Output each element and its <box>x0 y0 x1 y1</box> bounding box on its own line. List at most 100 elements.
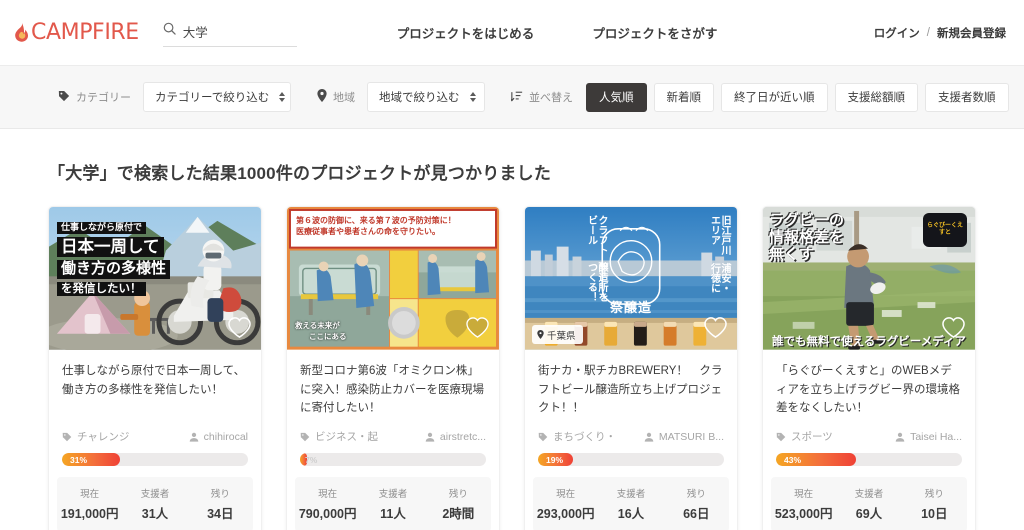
project-meta: チャレンジ chihirocal <box>62 429 248 444</box>
project-thumbnail[interactable]: 旧江戸川エリア 浦安・行徳に クラフトビール 醸造所をつくる！ 祭醸造 千葉県 <box>525 207 737 351</box>
progress-percent: 19% <box>546 454 564 465</box>
progress-percent: 31% <box>70 454 88 465</box>
user-icon <box>425 432 435 442</box>
flame-icon <box>14 23 29 42</box>
sort-chip-supporter-count[interactable]: 支援者数順 <box>925 82 1009 112</box>
thumbnail-caption: 救える未来が ここにある <box>295 321 347 343</box>
heart-outline-icon[interactable] <box>941 316 966 344</box>
stat-current-label: 現在 <box>794 489 814 500</box>
login-link[interactable]: ログイン <box>874 25 920 41</box>
funding-progress-bar: 43% <box>776 453 962 466</box>
caption-line-2: ここにある <box>309 332 347 342</box>
category-select-value: カテゴリーで絞り込む <box>155 92 270 104</box>
auth-links: ログイン / 新規会員登録 <box>874 25 1006 41</box>
project-title: 新型コロナ第6波「オミクロン株」に突入！感染防止カバーを医療現場に寄付したい！ <box>300 365 484 415</box>
owner-name: MATSURI B... <box>658 430 724 443</box>
location-badge: 千葉県 <box>532 325 583 344</box>
register-link[interactable]: 新規会員登録 <box>937 25 1006 41</box>
heart-outline-icon[interactable] <box>227 316 252 344</box>
heart-filled-icon[interactable] <box>465 316 490 344</box>
progress-fill: 31% <box>62 453 120 466</box>
stat-remaining-value: 34日 <box>207 507 234 521</box>
card-body: 街ナカ・駅チカBREWERY！ クラフトビール醸造所立ち上げプロジェクト！！ ま… <box>525 351 737 466</box>
user-icon <box>189 432 198 442</box>
funding-progress-bar: 31% <box>62 453 248 466</box>
thumbnail-overlay-text: 仕事しながら原付で 日本一周して 働き方の多様性 を発信したい！ <box>57 217 171 297</box>
project-thumbnail[interactable]: ラグビーの 情報格差を 無くす らぐびーくえすと 誰でも無料で使えるラグビーメデ… <box>763 207 975 351</box>
stat-current-value: 191,000円 <box>60 507 119 521</box>
heart-outline-icon[interactable] <box>703 316 728 344</box>
stat-current-label: 現在 <box>318 489 338 500</box>
category-meta: スポーツ <box>776 429 833 444</box>
thumbnail-overlay-vertical-left: クラフトビール 醸造所をつくる！ <box>585 215 608 311</box>
caption-line-1: 救える未来が <box>295 321 340 331</box>
thumbnail-overlay-text: 第６波の防御に、来る第７波の予防対策に！ 医療従事者や患者さんの命を守りたい。 <box>296 216 456 238</box>
sort-chip-newest[interactable]: 新着順 <box>653 82 714 112</box>
site-header: CAMPFIRE プロジェクトをはじめる プロジェクトをさがす ログイン / 新… <box>0 0 1024 66</box>
project-card[interactable]: 仕事しながら原付で 日本一周して 働き方の多様性 を発信したい！ 仕事しながら原… <box>48 206 262 530</box>
sort-options: 人気順 新着順 終了日が近い順 支援総額順 支援者数順 さらに絞り込む <box>586 82 1024 112</box>
stat-remaining-label: 残り <box>448 489 468 500</box>
overlay-line-4: を発信したい！ <box>57 281 146 297</box>
project-card[interactable]: ラグビーの 情報格差を 無くす らぐびーくえすと 誰でも無料で使えるラグビーメデ… <box>762 206 976 530</box>
stat-current-value: 523,000円 <box>774 507 833 521</box>
sort-label: 並べ替え <box>509 89 573 105</box>
overlay-v-1: 旧江戸川エリア <box>708 215 731 255</box>
stat-supporters: 支援者 31人 <box>122 486 187 522</box>
sort-chip-total-amount[interactable]: 支援総額順 <box>834 82 918 112</box>
overlay-line-1: ラグビーの <box>769 212 845 229</box>
category-filter-group: カテゴリー カテゴリーで絞り込む <box>58 82 291 112</box>
stat-remaining-label: 残り <box>924 489 944 500</box>
overlay-line-1: 仕事しながら原付で <box>57 222 147 234</box>
project-card[interactable]: 旧江戸川エリア 浦安・行徳に クラフトビール 醸造所をつくる！ 祭醸造 千葉県 <box>524 206 738 530</box>
stat-remaining-value: 10日 <box>921 507 948 521</box>
sort-chip-ending-soon[interactable]: 終了日が近い順 <box>721 82 828 112</box>
category-meta: ビジネス・起 <box>300 429 378 444</box>
stat-remaining-value: 2時間 <box>442 507 475 521</box>
owner-name: chihirocal <box>203 430 248 443</box>
campfire-logo[interactable]: CAMPFIRE <box>14 20 139 45</box>
overlay-line-3: 働き方の多様性 <box>57 260 171 279</box>
card-body: 「らぐびーくえすと」のWEBメディアを立ち上げラグビー界の環境格差をなくしたい！… <box>763 351 975 466</box>
card-body: 仕事しながら原付で日本一周して、働き方の多様性を発信したい！ チャレンジ chi… <box>49 351 261 466</box>
stat-supporters-value: 11人 <box>380 507 406 521</box>
category-name: チャレンジ <box>77 431 130 443</box>
stat-current: 現在 191,000円 <box>57 486 122 522</box>
stat-current-label: 現在 <box>80 489 100 500</box>
overlay-line-3: 無くす <box>769 245 815 263</box>
search-box[interactable] <box>162 18 297 47</box>
overlay-v-3: クラフトビール <box>585 215 608 255</box>
nav-start-project[interactable]: プロジェクトをはじめる <box>397 23 535 42</box>
area-select[interactable]: 地域で絞り込む <box>367 82 485 112</box>
stat-supporters-label: 支援者 <box>854 489 884 500</box>
project-meta: ビジネス・起 airstretc... <box>300 429 486 444</box>
owner-meta: Taisei Ha... <box>895 431 962 443</box>
nav-find-project[interactable]: プロジェクトをさがす <box>592 23 717 42</box>
stat-current: 現在 523,000円 <box>771 486 836 522</box>
results-heading: 「大学」で検索した結果1000件のプロジェクトが見つかりました <box>48 164 552 183</box>
chevron-updown-icon-area <box>469 92 476 102</box>
tag-icon-small <box>300 432 310 441</box>
page-root: CAMPFIRE プロジェクトをはじめる プロジェクトをさがす ログイン / 新… <box>0 0 1024 530</box>
category-select[interactable]: カテゴリーで絞り込む <box>143 82 291 112</box>
stat-supporters: 支援者 11人 <box>360 486 425 522</box>
stat-supporters: 支援者 69人 <box>836 486 901 522</box>
stat-supporters-label: 支援者 <box>140 489 170 500</box>
category-name: スポーツ <box>791 431 833 443</box>
overlay-line-2: 情報格差を <box>769 228 845 246</box>
stat-supporters-value: 69人 <box>855 507 883 521</box>
category-name: まちづくり・ <box>553 431 616 443</box>
sort-chip-popular[interactable]: 人気順 <box>586 82 647 112</box>
stat-remaining: 残り 2時間 <box>426 486 491 522</box>
filter-bar: カテゴリー カテゴリーで絞り込む 地域 地域で絞り込む 並べ替え 人気順 新着順… <box>0 66 1024 129</box>
auth-separator: / <box>926 26 930 39</box>
search-input[interactable] <box>182 24 297 38</box>
project-thumbnail[interactable]: 仕事しながら原付で 日本一周して 働き方の多様性 を発信したい！ <box>49 207 261 351</box>
stat-current-value: 790,000円 <box>298 507 357 521</box>
project-card[interactable]: 第６波の防御に、来る第７波の予防対策に！ 医療従事者や患者さんの命を守りたい。 … <box>286 206 500 530</box>
progress-fill: 7% <box>300 453 317 466</box>
project-thumbnail[interactable]: 第６波の防御に、来る第７波の予防対策に！ 医療従事者や患者さんの命を守りたい。 … <box>287 207 499 351</box>
card-stats: 現在 191,000円 支援者 31人 残り 34日 <box>57 477 253 530</box>
area-filter-group: 地域 地域で絞り込む <box>317 82 485 112</box>
search-icon <box>163 22 176 40</box>
